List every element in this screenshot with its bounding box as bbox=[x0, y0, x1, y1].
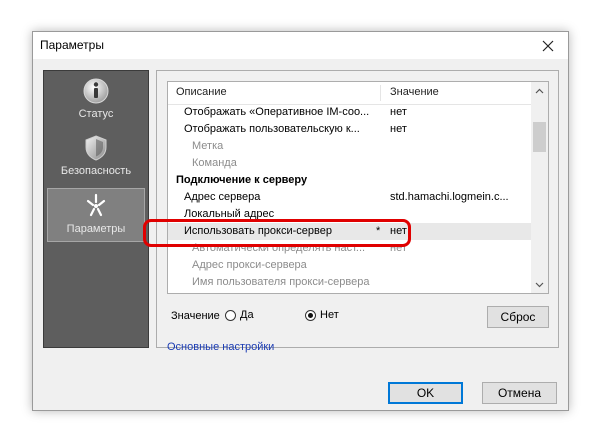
annotation-highlight bbox=[143, 219, 411, 247]
sidebar: Статус Безопасность Параметры bbox=[43, 70, 149, 348]
close-icon bbox=[542, 40, 554, 51]
radio-circle bbox=[225, 309, 236, 321]
row-name: Метка bbox=[192, 140, 224, 152]
list-item[interactable]: Отображать пользовательскую к... нет bbox=[168, 121, 531, 138]
list-item[interactable]: Имя пользователя прокси-сервера bbox=[168, 274, 531, 291]
chevron-up-icon bbox=[535, 88, 544, 93]
settings-sparkle-icon bbox=[86, 193, 106, 217]
scroll-thumb[interactable] bbox=[533, 122, 546, 152]
column-separator[interactable] bbox=[380, 85, 381, 101]
radio-yes-label: Да bbox=[240, 309, 254, 321]
row-name: Команда bbox=[192, 157, 237, 169]
row-name: Имя пользователя прокси-сервера bbox=[192, 276, 370, 288]
row-value: нет bbox=[390, 123, 407, 135]
row-name: Адрес сервера bbox=[184, 191, 261, 203]
basic-settings-link[interactable]: Основные настройки bbox=[167, 341, 274, 353]
shield-icon bbox=[85, 135, 107, 161]
sidebar-item-status[interactable]: Статус bbox=[47, 74, 145, 128]
list-item[interactable]: Команда bbox=[168, 155, 531, 172]
list-group-header[interactable]: Подключение к серверу bbox=[168, 172, 531, 189]
sidebar-item-settings[interactable]: Параметры bbox=[47, 188, 145, 242]
list-scrollbar[interactable] bbox=[531, 82, 548, 293]
list-rows: Отображать «Оперативное IM-соо... нет От… bbox=[168, 104, 531, 291]
settings-list[interactable]: Описание Значение Отображать «Оперативно… bbox=[167, 81, 549, 294]
radio-circle bbox=[305, 309, 316, 321]
radio-no-label: Нет bbox=[320, 309, 339, 321]
sidebar-item-label: Статус bbox=[78, 108, 114, 120]
value-label: Значение bbox=[171, 310, 220, 322]
list-item[interactable]: Отображать «Оперативное IM-соо... нет bbox=[168, 104, 531, 121]
group-name: Подключение к серверу bbox=[176, 174, 308, 186]
sidebar-item-label: Параметры bbox=[66, 223, 126, 235]
sidebar-item-security[interactable]: Безопасность bbox=[47, 131, 145, 185]
row-name: Отображать пользовательскую к... bbox=[184, 123, 360, 135]
cancel-button[interactable]: Отмена bbox=[482, 382, 557, 404]
list-item[interactable]: Адрес сервера std.hamachi.logmein.c... bbox=[168, 189, 531, 206]
row-name: Адрес прокси-сервера bbox=[192, 259, 307, 271]
title-bar: Параметры bbox=[33, 32, 568, 59]
close-button[interactable] bbox=[528, 32, 568, 59]
scroll-down-button[interactable] bbox=[531, 276, 548, 293]
window-title: Параметры bbox=[40, 38, 104, 52]
row-value: нет bbox=[390, 106, 407, 118]
value-editor: Значение Да Нет Сброс bbox=[167, 306, 549, 328]
list-item[interactable]: Адрес прокси-сервера bbox=[168, 257, 531, 274]
settings-panel: Описание Значение Отображать «Оперативно… bbox=[156, 70, 559, 353]
list-item[interactable]: Метка bbox=[168, 138, 531, 155]
reset-button[interactable]: Сброс bbox=[487, 306, 549, 328]
info-icon bbox=[83, 78, 109, 104]
ok-button[interactable]: OK bbox=[388, 382, 463, 404]
radio-yes[interactable]: Да bbox=[225, 309, 254, 321]
column-header-description[interactable]: Описание bbox=[176, 86, 227, 98]
sidebar-item-label: Безопасность bbox=[60, 165, 132, 177]
chevron-down-icon bbox=[535, 282, 544, 287]
row-value: std.hamachi.logmein.c... bbox=[390, 191, 509, 203]
list-header: Описание Значение bbox=[168, 82, 531, 105]
radio-no[interactable]: Нет bbox=[305, 309, 339, 321]
scroll-up-button[interactable] bbox=[531, 82, 548, 99]
column-header-value[interactable]: Значение bbox=[390, 86, 439, 98]
row-name: Отображать «Оперативное IM-соо... bbox=[184, 106, 370, 118]
